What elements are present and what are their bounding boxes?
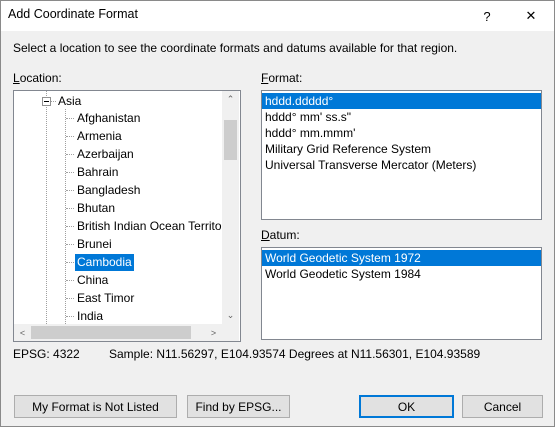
format-list[interactable]: hddd.ddddd° hddd° mm' ss.s" hddd° mm.mmm… [261, 90, 542, 220]
help-button[interactable]: ? [464, 1, 510, 31]
location-tree[interactable]: Asia Afghanistan Armenia Azerbaijan Bahr… [13, 90, 241, 342]
format-label: Format: [261, 71, 303, 85]
tree-node-bangladesh[interactable]: Bangladesh [75, 182, 142, 199]
tree-node-china[interactable]: China [75, 272, 110, 289]
tree-vertical-scrollbar[interactable]: ⌃ ⌄ [222, 91, 239, 324]
datum-list[interactable]: World Geodetic System 1972 World Geodeti… [261, 247, 542, 340]
scroll-down-icon[interactable]: ⌄ [222, 307, 239, 324]
location-label: Location: [13, 71, 62, 85]
tree-node-cambodia[interactable]: Cambodia [75, 254, 134, 271]
tree-node-bahrain[interactable]: Bahrain [75, 164, 120, 181]
datum-item[interactable]: World Geodetic System 1984 [262, 266, 541, 282]
horizontal-scroll-thumb[interactable] [31, 326, 191, 339]
tree-node-afghanistan[interactable]: Afghanistan [75, 110, 142, 127]
datum-label: Datum: [261, 228, 300, 242]
format-item[interactable]: hddd° mm' ss.s" [262, 109, 541, 125]
tree-horizontal-scrollbar[interactable]: < > [14, 324, 222, 341]
help-icon: ? [483, 8, 491, 24]
close-icon: ✕ [525, 8, 537, 23]
close-button[interactable]: ✕ [508, 1, 554, 31]
scroll-up-icon[interactable]: ⌃ [222, 91, 239, 108]
format-item[interactable]: Military Grid Reference System [262, 141, 541, 157]
vertical-scroll-thumb[interactable] [224, 120, 237, 160]
tree-node-bhutan[interactable]: Bhutan [75, 200, 117, 217]
epsg-code-text: EPSG: 4322 [13, 347, 80, 361]
collapse-expander-icon[interactable] [42, 97, 51, 106]
ok-button[interactable]: OK [359, 395, 454, 418]
format-item[interactable]: Universal Transverse Mercator (Meters) [262, 157, 541, 173]
title-bar: Add Coordinate Format ? ✕ [1, 1, 554, 31]
scroll-right-icon[interactable]: > [205, 324, 222, 341]
tree-node-india[interactable]: India [75, 308, 105, 325]
cancel-button[interactable]: Cancel [462, 395, 543, 418]
sample-coordinate-text: Sample: N11.56297, E104.93574 Degrees at… [109, 347, 481, 361]
instruction-text: Select a location to see the coordinate … [13, 41, 458, 55]
tree-node-brunei[interactable]: Brunei [75, 236, 114, 253]
tree-root-line [46, 91, 47, 324]
tree-node-british-indian-ocean-territory[interactable]: British Indian Ocean Territor [75, 218, 228, 235]
scroll-left-icon[interactable]: < [14, 324, 31, 341]
tree-node-armenia[interactable]: Armenia [75, 128, 124, 145]
datum-item[interactable]: World Geodetic System 1972 [262, 250, 541, 266]
format-not-listed-button[interactable]: My Format is Not Listed [14, 395, 177, 418]
dialog-title: Add Coordinate Format [8, 7, 138, 21]
find-by-epsg-button[interactable]: Find by EPSG... [187, 395, 290, 418]
format-item[interactable]: hddd° mm.mmm' [262, 125, 541, 141]
tree-node-azerbaijan[interactable]: Azerbaijan [75, 146, 136, 163]
scrollbar-corner [222, 324, 239, 341]
tree-node-east-timor[interactable]: East Timor [75, 290, 136, 307]
format-item[interactable]: hddd.ddddd° [262, 93, 541, 109]
tree-child-line [65, 109, 66, 324]
add-coordinate-format-dialog: Add Coordinate Format ? ✕ Select a locat… [0, 0, 555, 427]
tree-node-asia[interactable]: Asia [56, 93, 83, 110]
